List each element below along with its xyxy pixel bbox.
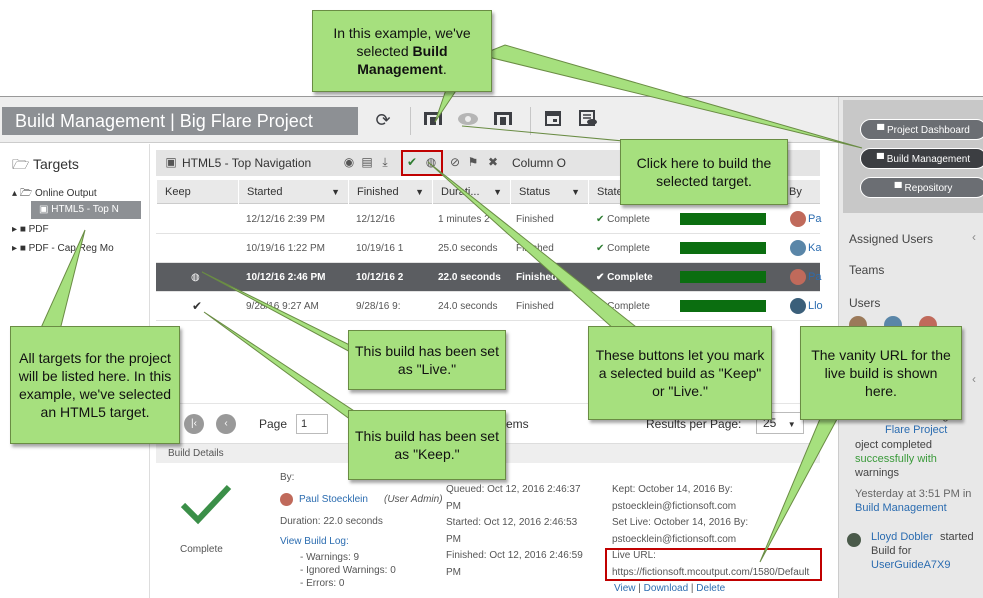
callout-keep-live-buttons: These buttons let you mark a selected bu… (588, 326, 772, 420)
callout-line: In this example, we've (333, 25, 471, 41)
callout-targets-list: All targets for the project will be list… (10, 326, 180, 444)
callout-line: selected (356, 43, 413, 59)
callout-live-build: This build has been set as "Live." (348, 330, 506, 390)
screenshot: Build Management | Big Flare Project ⟳ ▀… (0, 0, 983, 598)
callout-text: In this example, we've selected Build Ma… (319, 24, 485, 78)
callout-line: . (442, 61, 447, 77)
callout-selected-build-management: In this example, we've selected Build Ma… (312, 10, 492, 92)
callout-vanity-url: The vanity URL for the live build is sho… (800, 326, 962, 420)
callout-build-target: Click here to build the selected target. (620, 139, 788, 205)
callout-keep-build: This build has been set as "Keep." (348, 410, 506, 480)
